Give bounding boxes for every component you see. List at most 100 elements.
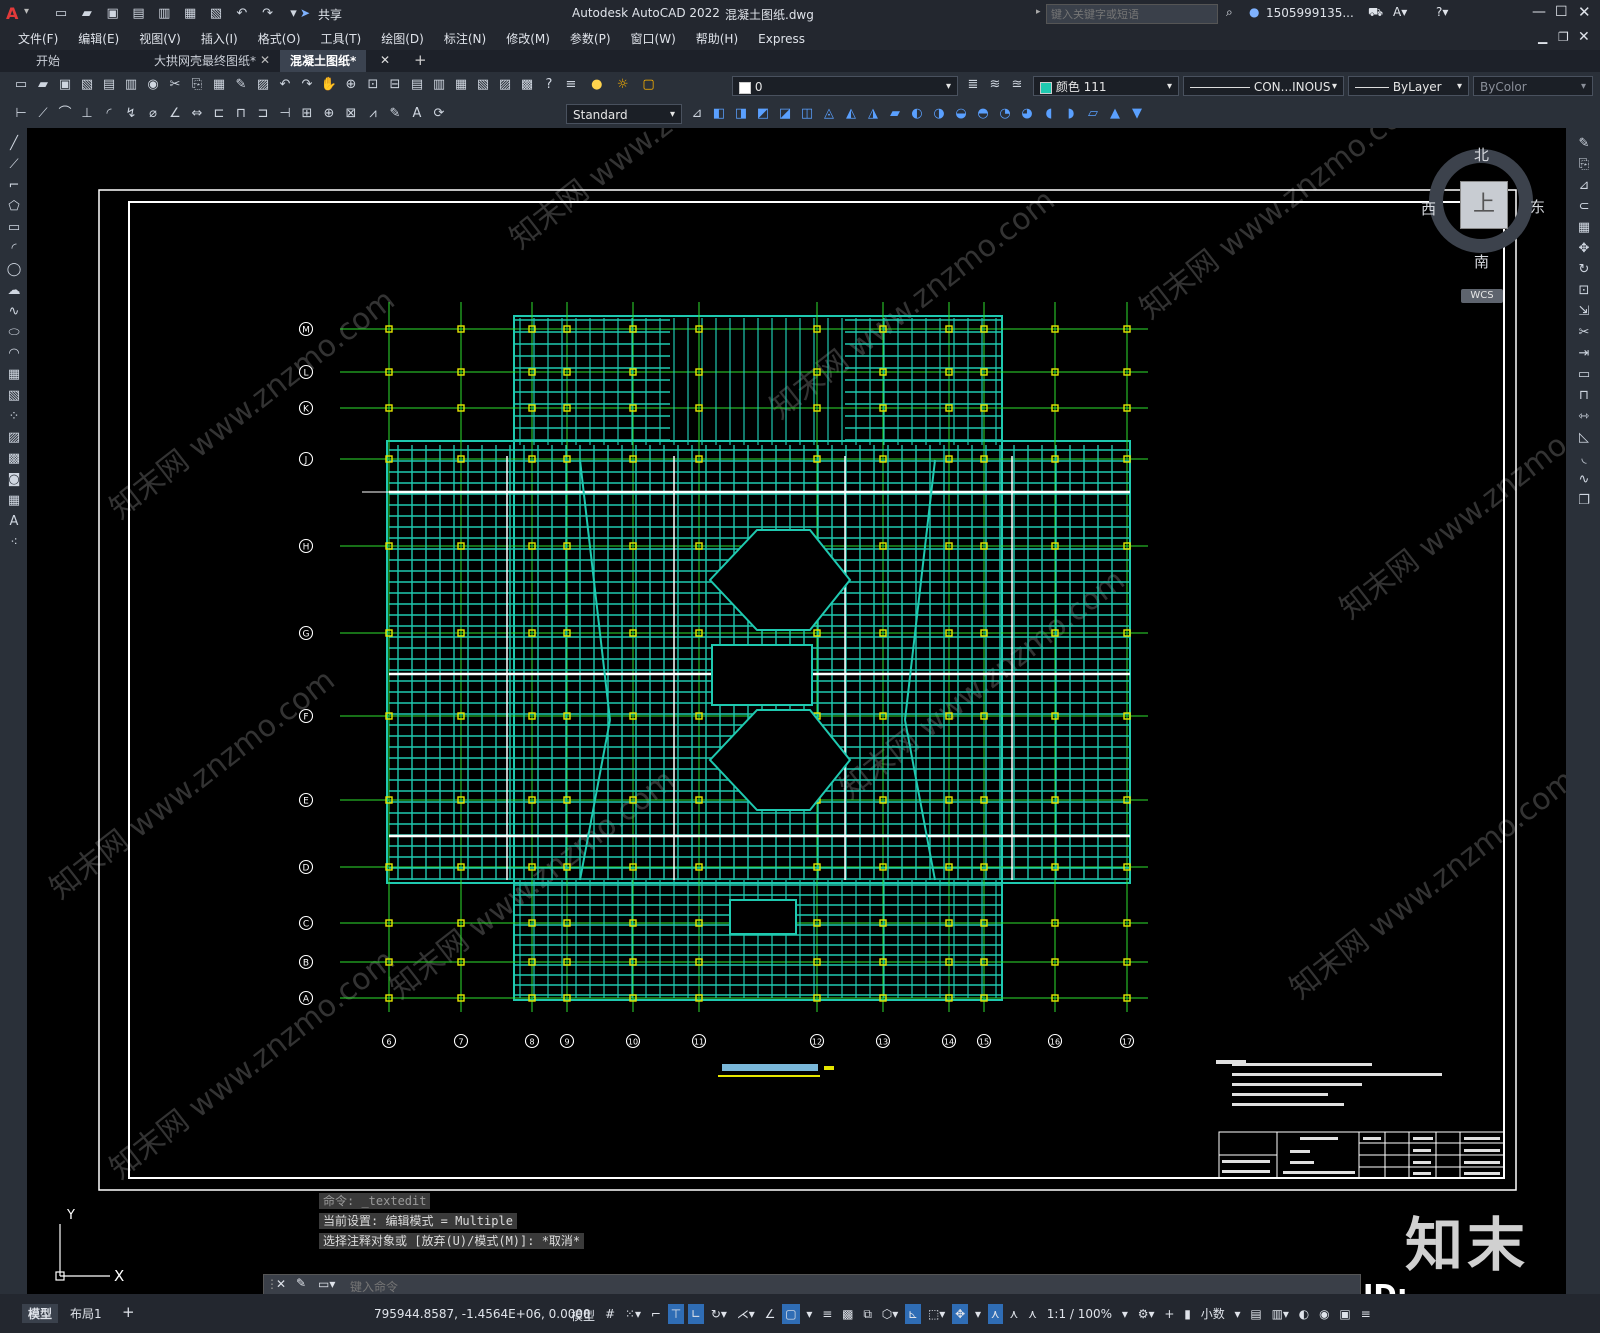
copy-icon[interactable]: ⎘ — [188, 76, 206, 94]
table-icon[interactable]: ▦ — [4, 493, 24, 514]
menu-draw[interactable]: 绘图(D) — [371, 28, 434, 50]
rectangle-icon[interactable]: ▭ — [4, 220, 24, 241]
command-close-icon[interactable]: ✕ — [276, 1277, 286, 1291]
layer-dropdown[interactable]: 0 ▾ — [732, 76, 958, 96]
markup-icon[interactable]: ▨ — [496, 76, 514, 94]
snap-icon[interactable]: ⁙▾ — [622, 1304, 644, 1324]
box-icon[interactable]: ◧ — [710, 105, 728, 123]
paste-icon[interactable]: ▦ — [210, 76, 228, 94]
lightbulb-icon[interactable]: ● — [588, 76, 606, 94]
thicken-icon[interactable]: ▲ — [1106, 105, 1124, 123]
menu-format[interactable]: 格式(O) — [248, 28, 311, 50]
toolpalettes-icon[interactable]: ▦ — [452, 76, 470, 94]
jogged-linear-icon[interactable]: ⩘ — [364, 105, 382, 123]
gradient-icon[interactable]: ▩ — [4, 451, 24, 472]
cylinder-icon[interactable]: ◫ — [798, 105, 816, 123]
make-block-icon[interactable]: ▧ — [4, 388, 24, 409]
sweep-icon[interactable]: ◑ — [930, 105, 948, 123]
command-input[interactable] — [348, 1276, 1352, 1294]
units-dropdown-icon[interactable]: ▾ — [1232, 1304, 1244, 1324]
open-icon[interactable]: ▰ — [34, 76, 52, 94]
menu-window[interactable]: 窗口(W) — [621, 28, 686, 50]
explode-icon[interactable]: ❐ — [1574, 493, 1594, 514]
dim-arc-icon[interactable]: ⌒ — [56, 105, 74, 123]
zoom-window-icon[interactable]: ⊡ — [364, 76, 382, 94]
viewcube-east[interactable]: 东 — [1530, 196, 1545, 217]
union-icon[interactable]: ◓ — [974, 105, 992, 123]
menu-file[interactable]: 文件(F) — [8, 28, 68, 50]
minimize-icon[interactable]: — — [1532, 4, 1546, 20]
osnap-icon[interactable]: ▢ — [782, 1304, 800, 1324]
viewcube-west[interactable]: 西 — [1421, 198, 1436, 219]
share-button[interactable]: 共享 — [318, 6, 342, 23]
units-icon[interactable]: ▮ — [1181, 1304, 1194, 1324]
wedge-icon[interactable]: ◨ — [732, 105, 750, 123]
selection-cycling-icon[interactable]: ⧉ — [860, 1304, 875, 1324]
isodraft-icon[interactable]: ⋌▾ — [734, 1304, 758, 1324]
dimtedit-icon[interactable]: A — [408, 105, 426, 123]
dim-linear-icon[interactable]: ⊢ — [12, 105, 30, 123]
lock-icon[interactable]: ▢ — [639, 76, 657, 94]
sheetset-icon[interactable]: ▧ — [474, 76, 492, 94]
revolve-icon[interactable]: ◐ — [908, 105, 926, 123]
plot-icon[interactable]: ▧ — [207, 5, 225, 23]
planar-icon[interactable]: ◮ — [864, 105, 882, 123]
app-menu-dropdown-icon[interactable]: ▾ — [24, 6, 29, 17]
selection-filter-icon[interactable]: ⬚▾ — [925, 1304, 948, 1324]
dim-space-icon[interactable]: ⊐ — [254, 105, 272, 123]
model-space-button[interactable]: 模型 — [571, 1307, 595, 1324]
undo-icon[interactable]: ↶ — [233, 5, 251, 23]
subtract-icon[interactable]: ◔ — [996, 105, 1014, 123]
mirror-icon[interactable]: ⊿ — [1574, 178, 1594, 199]
doc-close-icon[interactable]: ✕ — [1578, 29, 1590, 45]
linetype-dropdown[interactable]: CON...INOUS ▾ — [1183, 76, 1344, 96]
ortho-icon[interactable]: ∟ — [687, 1304, 705, 1324]
add-selected-icon[interactable]: ⁖ — [4, 535, 24, 556]
osnap-dropdown-icon[interactable]: ▾ — [803, 1304, 815, 1324]
zoom-realtime-icon[interactable]: ⊕ — [342, 76, 360, 94]
grid-icon[interactable]: # — [602, 1304, 618, 1324]
move-icon[interactable]: ✥ — [1574, 241, 1594, 262]
search-input[interactable] — [1046, 4, 1218, 24]
lock-ui-icon[interactable]: ▥▾ — [1269, 1304, 1292, 1324]
plot-icon[interactable]: ▧ — [78, 76, 96, 94]
line-icon[interactable]: ╱ — [4, 136, 24, 157]
sun-icon[interactable]: ☼ — [614, 76, 632, 94]
viewcube-top-face[interactable]: 上 — [1460, 181, 1508, 229]
interfere-icon[interactable]: ◗ — [1062, 105, 1080, 123]
cut-icon[interactable]: ✂ — [166, 76, 184, 94]
menu-edit[interactable]: 编辑(E) — [68, 28, 129, 50]
open-file-icon[interactable]: ▰ — [78, 5, 96, 23]
annotation-scale-icon[interactable]: ⋏ — [1025, 1304, 1040, 1324]
dimstyle-manager-icon[interactable]: ⊿ — [688, 105, 706, 123]
make-current-icon[interactable]: ≣ — [964, 76, 982, 94]
redo-icon[interactable]: ↷ — [298, 76, 316, 94]
layer-properties-icon[interactable]: ≡ — [562, 76, 580, 94]
new-file-icon[interactable]: ▭ — [52, 5, 70, 23]
annotation-visibility-icon[interactable]: ⋏ — [987, 1304, 1003, 1324]
polyline-icon[interactable]: ⌐ — [4, 178, 24, 199]
cone-icon[interactable]: ◩ — [754, 105, 772, 123]
dim-aligned-icon[interactable]: ⟋ — [34, 105, 52, 123]
loft-icon[interactable]: ◒ — [952, 105, 970, 123]
menu-view[interactable]: 视图(V) — [129, 28, 191, 50]
mtext-icon[interactable]: A — [4, 514, 24, 535]
search-expand-icon[interactable]: ▸ — [1036, 7, 1041, 17]
tab-concrete[interactable]: 混凝土图纸* — [280, 50, 367, 72]
isolate-icon[interactable]: ◐ — [1296, 1304, 1312, 1324]
scale-icon[interactable]: ⊡ — [1574, 283, 1594, 304]
menu-parametric[interactable]: 参数(P) — [560, 28, 621, 50]
menu-tools[interactable]: 工具(T) — [311, 28, 372, 50]
workspace-gear-icon[interactable]: ⚙▾ — [1135, 1304, 1158, 1324]
stretch-icon[interactable]: ⇲ — [1574, 304, 1594, 325]
annotation-scale-value[interactable]: 1:1 / 100% — [1044, 1304, 1115, 1324]
tab-layout1[interactable]: 布局1 — [70, 1305, 102, 1322]
offset-icon[interactable]: ⊂ — [1574, 199, 1594, 220]
hatch-icon[interactable]: ▨ — [4, 430, 24, 451]
undo-icon[interactable]: ↶ — [276, 76, 294, 94]
tab-close-icon[interactable]: ✕ — [260, 53, 270, 67]
break-icon[interactable]: ⊓ — [1574, 388, 1594, 409]
inspect-icon[interactable]: ⊠ — [342, 105, 360, 123]
dim-ordinate-icon[interactable]: ⊥ — [78, 105, 96, 123]
menu-modify[interactable]: 修改(M) — [496, 28, 560, 50]
